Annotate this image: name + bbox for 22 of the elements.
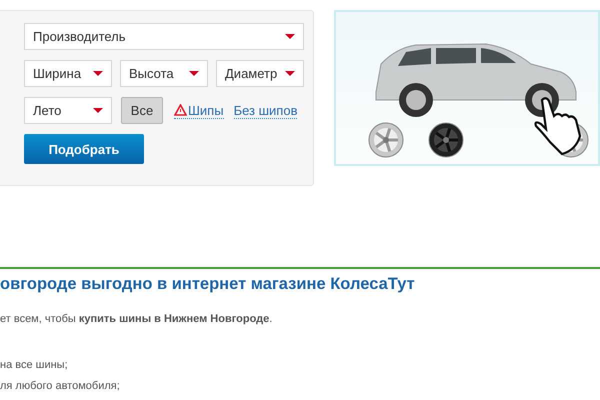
season-select[interactable]: Лето <box>24 97 112 124</box>
list-item: ля любого автомобиля; <box>0 380 121 392</box>
all-button[interactable]: Все <box>121 97 163 124</box>
size-select[interactable]: Высота <box>120 60 208 87</box>
submit-button[interactable]: Подобрать <box>24 134 144 164</box>
wheel-rim-icon <box>428 122 464 158</box>
article-heading: овгороде выгодно в интернет магазине КолесаТут <box>0 275 416 294</box>
studded-link[interactable]: Шипы <box>174 102 224 118</box>
manufacturer-select[interactable]: Производитель <box>24 23 304 50</box>
caret-icon <box>285 71 295 76</box>
caret-icon <box>93 108 103 113</box>
caret-icon <box>189 71 199 76</box>
caret-icon <box>285 34 295 39</box>
list-item: на все шины; <box>0 359 69 371</box>
wheel-rim-icon <box>368 122 404 158</box>
size-select[interactable]: Диаметр <box>216 60 304 87</box>
caret-icon <box>93 71 103 76</box>
hand-pointer-icon <box>534 97 582 156</box>
studless-link[interactable]: Без шипов <box>234 102 298 118</box>
warning-icon <box>174 104 187 116</box>
intro-text: ет всем, чтобы купить шины в Нижнем Новгороде. <box>0 313 274 325</box>
size-select[interactable]: Ширина <box>24 60 112 87</box>
